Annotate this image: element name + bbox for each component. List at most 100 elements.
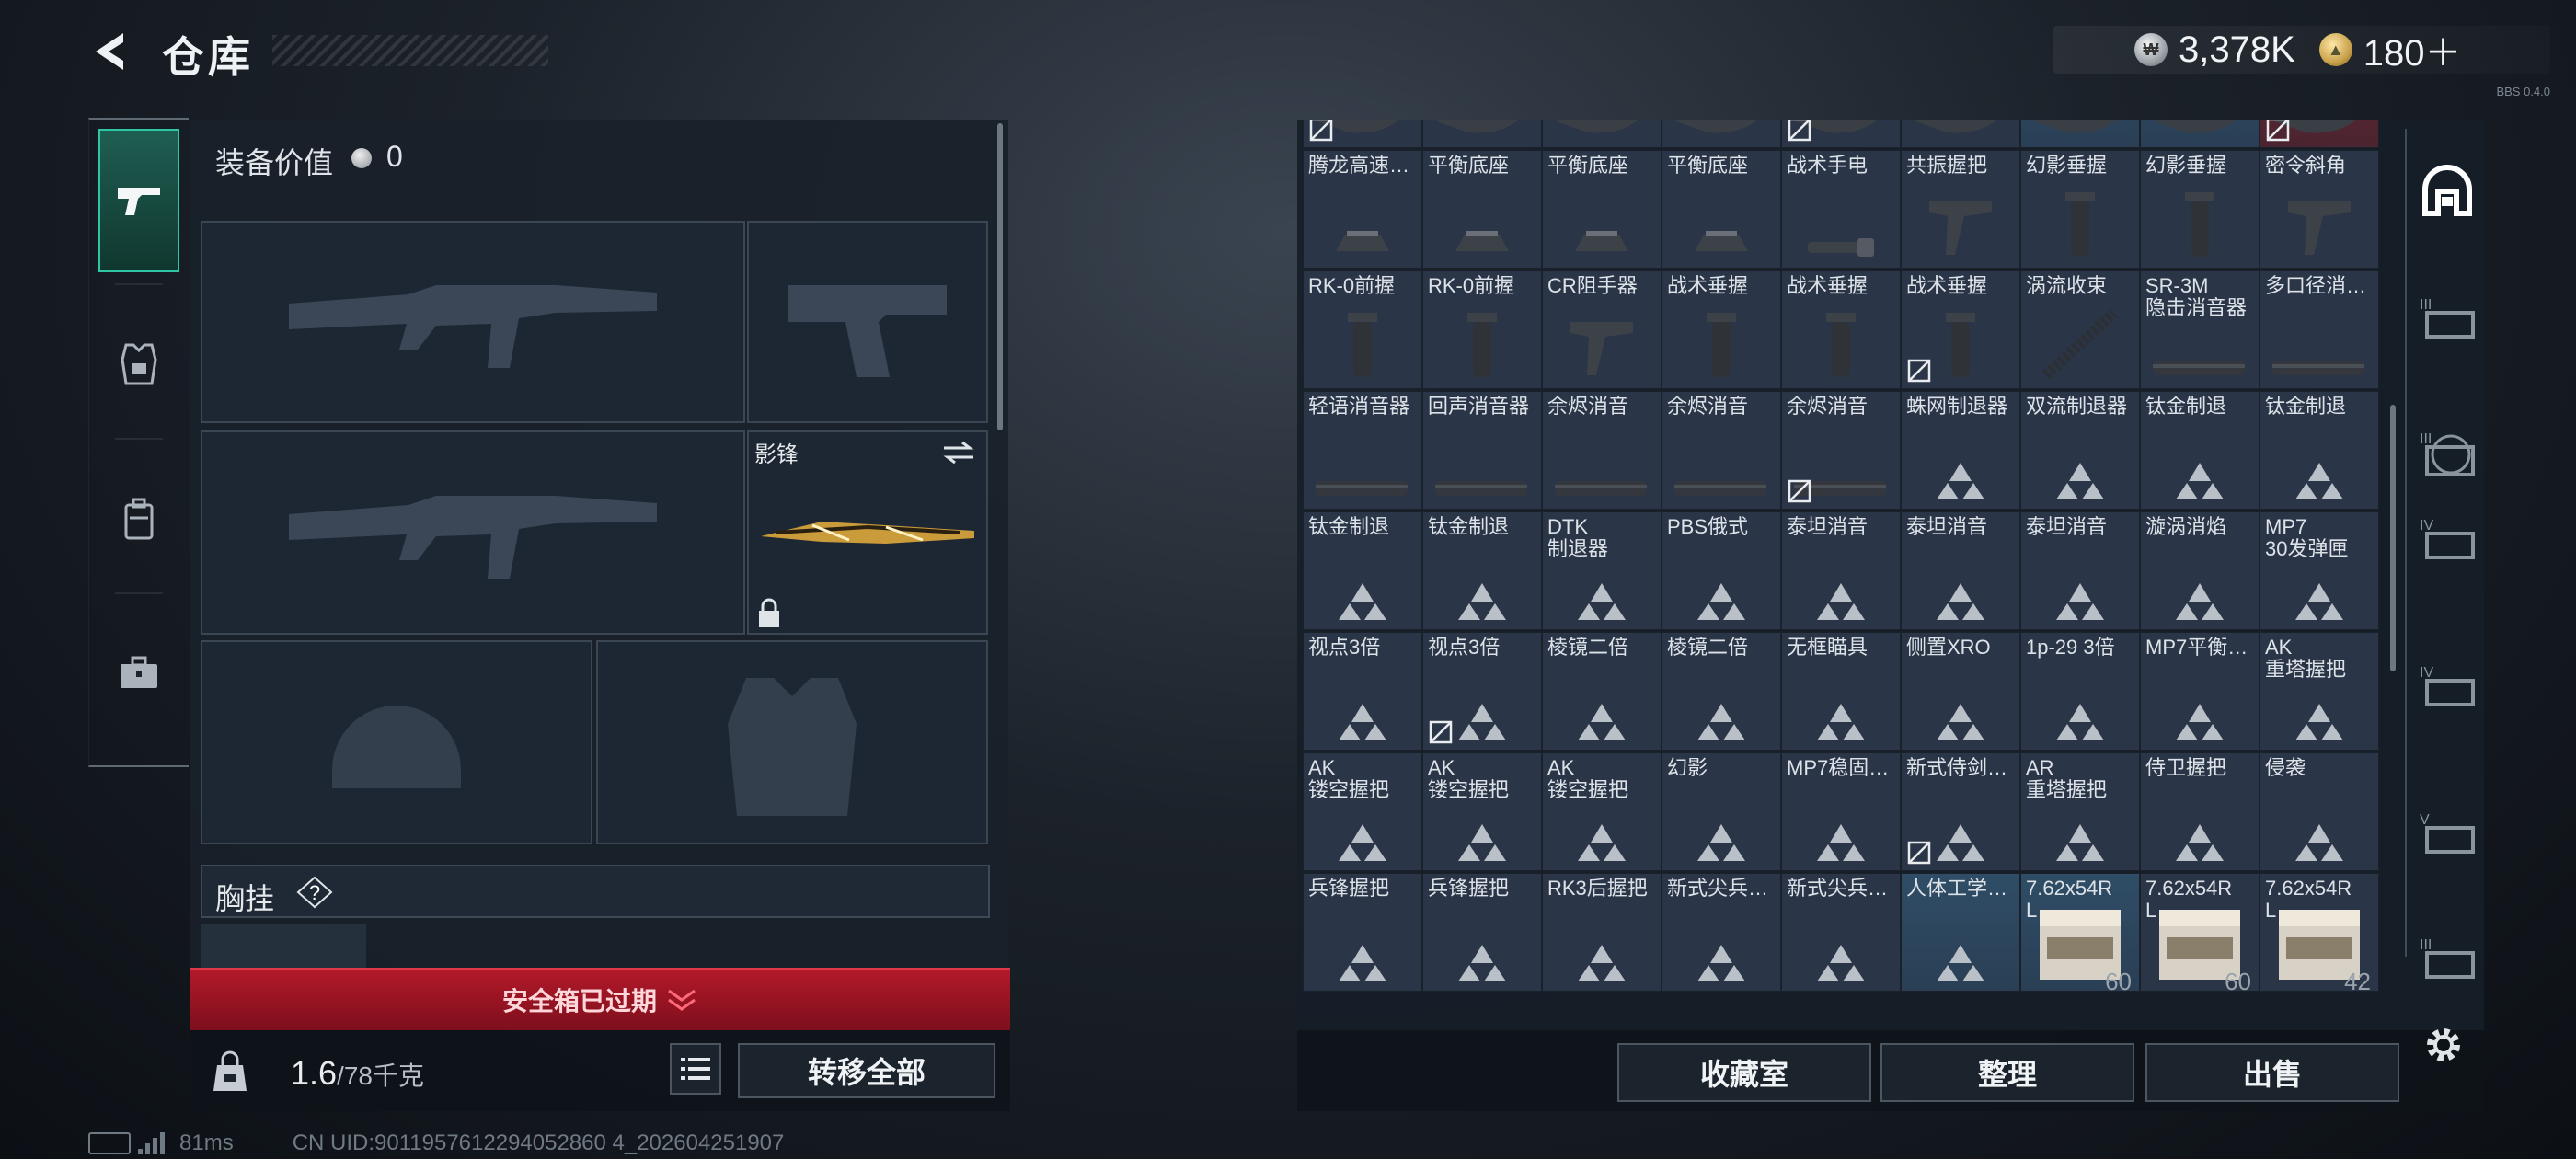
stash-item[interactable]: RK-0前握 xyxy=(1303,270,1422,389)
stash-item[interactable]: 1p-29 3倍 xyxy=(2020,632,2140,751)
stash-item[interactable]: MP7稳固… xyxy=(1781,752,1901,871)
stash-page-3b[interactable]: III xyxy=(2412,419,2482,489)
stash-item[interactable]: 无框瞄具 xyxy=(1781,632,1901,751)
stash-item[interactable]: 兵锋握把 xyxy=(1303,873,1422,992)
stash-item[interactable]: 涡流收束 xyxy=(2020,270,2140,389)
stash-item[interactable]: RK-0前握 xyxy=(1422,270,1542,389)
collection-room-button[interactable]: 收藏室 xyxy=(1617,1043,1871,1102)
help-icon[interactable]: ? xyxy=(296,876,333,909)
melee-slot[interactable]: 影锋 xyxy=(747,430,988,635)
stash-item[interactable]: AK 镂空握把 xyxy=(1542,752,1662,871)
stash-item[interactable]: 幻影垂握 xyxy=(2140,150,2260,269)
stash-item[interactable]: 7.62x54R L 42 xyxy=(2260,873,2379,992)
stash-item[interactable]: 战术手电 xyxy=(1781,150,1901,269)
stash-page-5[interactable]: V xyxy=(2412,797,2482,866)
stash-item[interactable]: 余烬消音 xyxy=(1662,391,1781,510)
stash-item[interactable] xyxy=(1542,120,1662,148)
stash-item[interactable]: 侵袭 xyxy=(2260,752,2379,871)
stash-item[interactable]: 余烬消音 xyxy=(1781,391,1901,510)
stash-item[interactable]: 轻语消音器 xyxy=(1303,391,1422,510)
stash-page-main[interactable] xyxy=(2412,156,2482,226)
stash-item[interactable]: 密令斜角 xyxy=(2260,150,2379,269)
stash-item[interactable]: RK3后握把 xyxy=(1542,873,1662,992)
stash-item[interactable]: 多口径消… xyxy=(2260,270,2379,389)
stash-item[interactable]: 兵锋握把 xyxy=(1422,873,1542,992)
stash-item[interactable]: 平衡底座 xyxy=(1542,150,1662,269)
stash-page-4[interactable]: IV xyxy=(2412,502,2482,572)
bag-weight-icon[interactable] xyxy=(210,1050,250,1093)
stash-item[interactable] xyxy=(2260,120,2379,148)
nav-armor[interactable] xyxy=(98,293,179,436)
nav-case[interactable] xyxy=(98,602,179,745)
stash-item[interactable]: 战术垂握 xyxy=(1662,270,1781,389)
stash-item[interactable]: 人体工学… xyxy=(1901,873,2020,992)
stash-item[interactable]: 共振握把 xyxy=(1901,150,2020,269)
stash-item[interactable]: PBS俄式 xyxy=(1662,511,1781,630)
stash-item[interactable] xyxy=(1422,120,1542,148)
stash-item[interactable]: 视点3倍 xyxy=(1303,632,1422,751)
body-armor-slot[interactable] xyxy=(596,640,988,844)
stash-item[interactable]: DTK 制退器 xyxy=(1542,511,1662,630)
stash-item[interactable]: 棱镜二倍 xyxy=(1662,632,1781,751)
stash-item[interactable]: 战术垂握 xyxy=(1901,270,2020,389)
helmet-slot[interactable] xyxy=(201,640,592,844)
stash-item[interactable]: 幻影 xyxy=(1662,752,1781,871)
stash-item[interactable]: 7.62x54R L 60 xyxy=(2020,873,2140,992)
gold-balance[interactable]: 180＋ xyxy=(2363,23,2462,76)
stash-item[interactable]: 腾龙高速… xyxy=(1303,150,1422,269)
stash-item[interactable]: 回声消音器 xyxy=(1422,391,1542,510)
stash-item[interactable]: 棱镜二倍 xyxy=(1542,632,1662,751)
stash-item[interactable]: 侍卫握把 xyxy=(2140,752,2260,871)
stash-item[interactable]: 视点3倍 xyxy=(1422,632,1542,751)
stash-item[interactable]: 钛金制退 xyxy=(2260,391,2379,510)
sidearm-slot[interactable] xyxy=(747,221,988,423)
transfer-all-button[interactable]: 转移全部 xyxy=(738,1043,995,1098)
stash-item[interactable]: MP7平衡… xyxy=(2140,632,2260,751)
stash-item[interactable]: 战术垂握 xyxy=(1781,270,1901,389)
stash-scrollbar[interactable] xyxy=(2390,405,2396,671)
stash-item[interactable] xyxy=(2140,120,2260,148)
stash-item[interactable]: AK 镂空握把 xyxy=(1422,752,1542,871)
stash-item[interactable]: 泰坦消音 xyxy=(1781,511,1901,630)
secondary-weapon-slot[interactable] xyxy=(201,430,745,635)
chest-rig-header[interactable]: 胸挂 ? xyxy=(201,865,990,918)
stash-item[interactable]: 钛金制退 xyxy=(1303,511,1422,630)
safe-box-expired-banner[interactable]: 安全箱已过期 xyxy=(190,968,1010,1030)
stash-item[interactable]: 侧置XRO xyxy=(1901,632,2020,751)
stash-item[interactable]: 泰坦消音 xyxy=(1901,511,2020,630)
sell-button[interactable]: 出售 xyxy=(2145,1043,2399,1102)
stash-item[interactable] xyxy=(2020,120,2140,148)
stash-item[interactable]: MP7 30发弹匣 xyxy=(2260,511,2379,630)
stash-item[interactable]: 漩涡消焰 xyxy=(2140,511,2260,630)
stash-page-3[interactable]: III xyxy=(2412,281,2482,351)
stash-item[interactable] xyxy=(1901,120,2020,148)
stash-item[interactable]: 新式尖兵… xyxy=(1781,873,1901,992)
stash-item[interactable]: 幻影垂握 xyxy=(2020,150,2140,269)
stash-item[interactable]: 平衡底座 xyxy=(1422,150,1542,269)
sort-button[interactable]: 整理 xyxy=(1880,1043,2134,1102)
stash-item[interactable]: 平衡底座 xyxy=(1662,150,1781,269)
stash-item[interactable] xyxy=(1781,120,1901,148)
stash-item[interactable] xyxy=(1303,120,1422,148)
stash-item[interactable]: 钛金制退 xyxy=(2140,391,2260,510)
stash-item[interactable]: AK 重塔握把 xyxy=(2260,632,2379,751)
stash-item[interactable]: 钛金制退 xyxy=(1422,511,1542,630)
nav-backpack[interactable] xyxy=(98,447,179,591)
stash-item[interactable]: 7.62x54R L 60 xyxy=(2140,873,2260,992)
stash-item[interactable]: AK 镂空握把 xyxy=(1303,752,1422,871)
stash-page-6[interactable]: III xyxy=(2412,922,2482,992)
loadout-scrollbar[interactable] xyxy=(997,123,1003,430)
stash-item[interactable]: 泰坦消音 xyxy=(2020,511,2140,630)
stash-item[interactable] xyxy=(1662,120,1781,148)
stash-item[interactable]: AR 重塔握把 xyxy=(2020,752,2140,871)
primary-weapon-slot[interactable] xyxy=(201,221,745,423)
gear-icon[interactable] xyxy=(2420,1021,2467,1069)
stash-item[interactable]: SR-3M 隐击消音器 xyxy=(2140,270,2260,389)
list-view-button[interactable] xyxy=(670,1043,721,1095)
stash-item[interactable]: 新式侍剑… xyxy=(1901,752,2020,871)
stash-item[interactable]: 新式尖兵… xyxy=(1662,873,1781,992)
stash-page-4b[interactable]: IV xyxy=(2412,649,2482,719)
back-arrow-icon[interactable] xyxy=(86,28,134,75)
stash-item[interactable]: 蛛网制退器 xyxy=(1901,391,2020,510)
stash-item[interactable]: CR阻手器 xyxy=(1542,270,1662,389)
